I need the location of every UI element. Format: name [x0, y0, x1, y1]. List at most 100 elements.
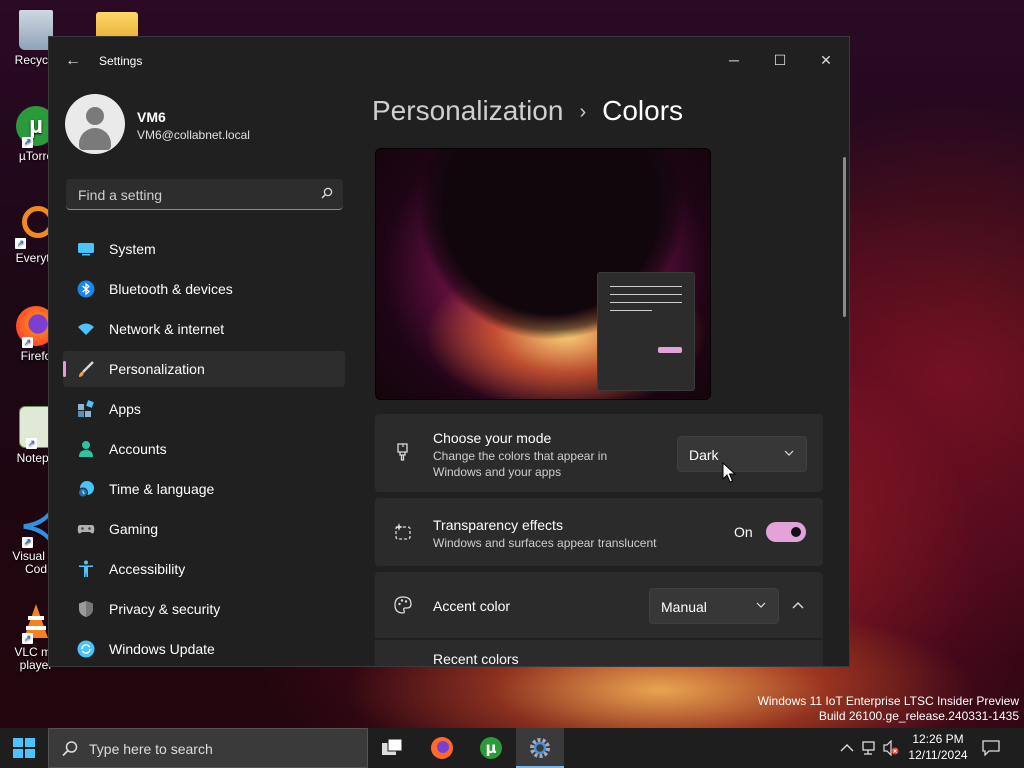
- sidebar-item-label: Apps: [109, 401, 141, 417]
- shortcut-arrow-icon: ↗: [22, 633, 33, 644]
- accent-title: Accent color: [433, 598, 511, 614]
- transparency-toggle[interactable]: [766, 522, 806, 542]
- maximize-button[interactable]: ☐: [765, 45, 795, 75]
- windows-watermark: Windows 11 IoT Enterprise LTSC Insider P…: [758, 694, 1019, 724]
- title-bar: ← Settings ─ ☐ ✕: [49, 37, 849, 85]
- folder-icon: [96, 12, 138, 38]
- start-button[interactable]: [0, 728, 48, 768]
- profile-email: VM6@collabnet.local: [137, 128, 250, 142]
- brush-icon: [79, 361, 94, 377]
- shortcut-arrow-icon: ↗: [22, 337, 33, 348]
- taskbar-search-box[interactable]: Type here to search: [48, 728, 368, 768]
- shortcut-arrow-icon: ↗: [26, 438, 37, 449]
- sparkle-icon: [395, 523, 411, 540]
- settings-window: ← Settings ─ ☐ ✕ VM6 VM6@collabnet.local…: [48, 36, 850, 667]
- recent-colors-label: Recent colors: [433, 651, 519, 667]
- watermark-line-2: Build 26100.ge_release.240331-1435: [818, 709, 1019, 723]
- chevron-up-icon[interactable]: [840, 742, 854, 754]
- sidebar-item-label: Personalization: [109, 361, 205, 377]
- transparency-title: Transparency effects: [433, 517, 563, 533]
- search-box[interactable]: [66, 179, 343, 210]
- firefox-icon: [431, 737, 453, 759]
- page-title: Colors: [602, 95, 684, 126]
- accounts-icon: [79, 441, 93, 457]
- sidebar-item-apps[interactable]: Apps: [63, 391, 345, 427]
- shield-icon: [79, 601, 93, 617]
- accent-dropdown-value: Manual: [661, 599, 707, 615]
- sidebar-item-time-language[interactable]: Time & language: [63, 471, 345, 507]
- sidebar-item-personalization[interactable]: Personalization: [63, 351, 345, 387]
- sidebar-item-label: Accessibility: [109, 561, 186, 577]
- search-icon: [62, 741, 78, 757]
- accent-dropdown[interactable]: Manual: [649, 588, 779, 624]
- utorrent-icon: µ: [480, 737, 502, 759]
- clock-date: 12/11/2024: [908, 748, 968, 762]
- preview-accent-button: [658, 347, 682, 353]
- mode-subtitle: Change the colors that appear in Windows…: [433, 449, 608, 479]
- notification-center-button[interactable]: [980, 728, 1004, 768]
- taskbar-clock[interactable]: 12:26 PM 12/11/2024: [896, 731, 980, 763]
- notification-icon: [982, 740, 1000, 756]
- sidebar-item-network[interactable]: Network & internet: [63, 311, 345, 347]
- taskbar: Type here to search µ 12:26 PM 12/11/202…: [0, 728, 1024, 768]
- sidebar-item-label: Bluetooth & devices: [109, 281, 233, 297]
- sidebar-nav: System Bluetooth & devices Network & int…: [63, 231, 345, 666]
- breadcrumb-separator: ›: [579, 101, 587, 124]
- sidebar-item-label: Privacy & security: [109, 601, 221, 617]
- watermark-line-1: Windows 11 IoT Enterprise LTSC Insider P…: [757, 694, 1019, 708]
- sidebar-item-label: Gaming: [109, 521, 159, 537]
- preview-window: [597, 272, 695, 391]
- taskbar-settings[interactable]: [516, 728, 564, 768]
- avatar-body-icon: [79, 128, 111, 150]
- sidebar-item-system[interactable]: System: [63, 231, 345, 267]
- sidebar-item-bluetooth[interactable]: Bluetooth & devices: [63, 271, 345, 307]
- sidebar-item-accessibility[interactable]: Accessibility: [63, 551, 345, 587]
- task-view-icon: [382, 738, 403, 755]
- chevron-up-icon[interactable]: [791, 598, 805, 612]
- taskbar-firefox[interactable]: [418, 728, 466, 768]
- sidebar-item-privacy[interactable]: Privacy & security: [63, 591, 345, 627]
- preview-text-line: [610, 286, 682, 287]
- chevron-down-icon: [756, 602, 766, 608]
- system-icon: [78, 243, 94, 256]
- mode-card: Choose your mode Change the colors that …: [375, 414, 823, 492]
- close-button[interactable]: ✕: [811, 45, 841, 75]
- shortcut-arrow-icon: ↗: [22, 137, 33, 148]
- apps-icon: [78, 400, 94, 417]
- task-view-button[interactable]: [368, 728, 416, 768]
- transparency-card: Transparency effects Windows and surface…: [375, 498, 823, 566]
- sidebar-item-label: Accounts: [109, 441, 167, 457]
- gaming-icon: [77, 525, 95, 534]
- avatar-head-icon: [86, 107, 104, 125]
- mouse-cursor-icon: [722, 462, 736, 483]
- breadcrumb-parent-link[interactable]: Personalization: [372, 95, 563, 126]
- sidebar-item-label: Time & language: [109, 481, 215, 497]
- sidebar-item-gaming[interactable]: Gaming: [63, 511, 345, 547]
- sidebar-item-windows-update[interactable]: Windows Update: [63, 631, 345, 666]
- search-input[interactable]: [76, 185, 310, 205]
- sidebar-item-accounts[interactable]: Accounts: [63, 431, 345, 467]
- sidebar-item-label: Network & internet: [109, 321, 225, 337]
- mode-title: Choose your mode: [433, 430, 552, 446]
- time-language-icon: [78, 481, 94, 498]
- search-icon[interactable]: [321, 187, 333, 199]
- clock-time: 12:26 PM: [912, 732, 964, 746]
- wifi-icon: [78, 323, 94, 335]
- back-button[interactable]: ←: [63, 53, 83, 69]
- bluetooth-icon: [77, 280, 95, 298]
- windows-logo-icon: [13, 738, 35, 758]
- taskbar-search-text: Type here to search: [89, 741, 213, 757]
- transparency-state-label: On: [734, 524, 753, 540]
- network-icon[interactable]: [862, 740, 878, 756]
- avatar[interactable]: [65, 94, 125, 154]
- palette-icon: [394, 596, 412, 614]
- scrollbar[interactable]: [843, 157, 846, 317]
- toggle-knob: [791, 527, 801, 537]
- transparency-subtitle: Windows and surfaces appear translucent: [433, 536, 657, 550]
- accent-card: Accent color Manual: [375, 572, 823, 638]
- mode-dropdown[interactable]: Dark: [677, 436, 807, 472]
- recent-colors-section: Recent colors: [375, 640, 823, 667]
- shortcut-arrow-icon: ↗: [22, 537, 33, 548]
- minimize-button[interactable]: ─: [719, 45, 749, 75]
- taskbar-utorrent[interactable]: µ: [467, 728, 515, 768]
